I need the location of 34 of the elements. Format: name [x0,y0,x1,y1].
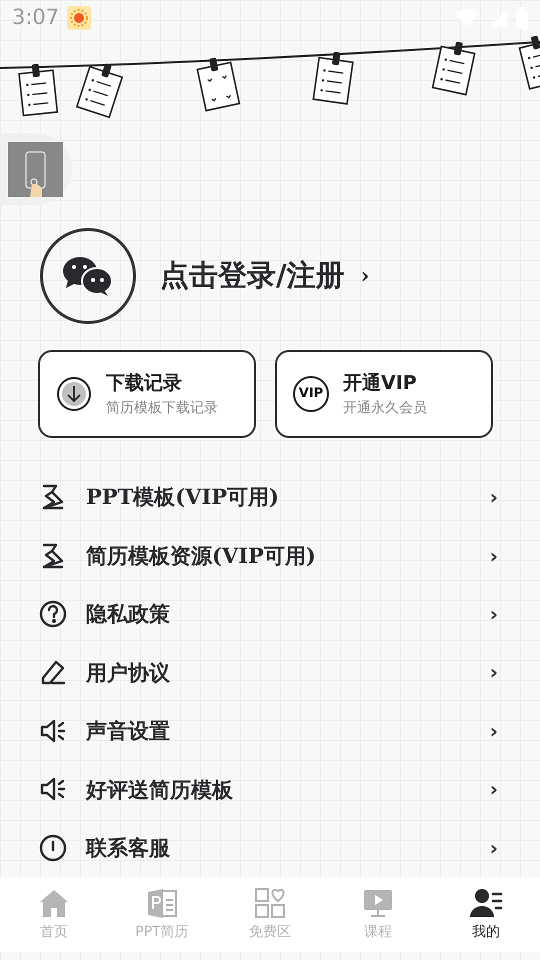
sun-icon [67,6,92,30]
menu-item[interactable]: PPT模板(VIP可用) [86,481,490,513]
tab[interactable]: 我的 [432,877,540,952]
chevron-icon: › [490,716,498,746]
menu-item[interactable]: 简历模板资源(VIP可用) [86,540,490,572]
chevron-icon: › [490,832,498,863]
gesture-widget-icon[interactable] [8,142,63,196]
chevron-icon: › [490,774,498,804]
chevron-icon: › [490,657,498,688]
chat-bubbles-icon [62,256,114,296]
card-subtitle: 简历模板下载记录 [106,398,218,418]
download-icon [56,376,92,412]
menu-item[interactable]: 好评送简历模板 [86,774,490,806]
avatar[interactable] [40,228,136,324]
card-title: 下载记录 [106,371,183,396]
help-icon [38,599,68,630]
vip-card[interactable]: VIP 开通VIP 开通永久会员 [275,350,493,438]
chevron-icon: › [490,599,498,630]
vip-badge: VIP [293,376,329,412]
slides-icon [145,886,179,920]
grid-icon [253,886,287,920]
menu-item[interactable]: 声音设置 [86,715,490,747]
card-title: 开通VIP [343,371,418,396]
status-time: 3:07 [12,4,60,32]
menu-item[interactable]: 联系客服 [86,832,490,864]
card-subtitle: 开通永久会员 [343,398,427,418]
menu-item[interactable]: 隐私政策 [86,598,490,630]
menu-item[interactable]: 用户协议 [86,656,490,688]
download-history-card[interactable]: 下载记录 简历模板下载记录 [38,350,256,438]
chevron-icon: › [490,540,498,571]
info-icon [38,832,68,863]
login-link[interactable]: 点击登录/注册 › [160,254,370,298]
user-icon [469,886,503,920]
chevron-icon: › [490,482,498,512]
